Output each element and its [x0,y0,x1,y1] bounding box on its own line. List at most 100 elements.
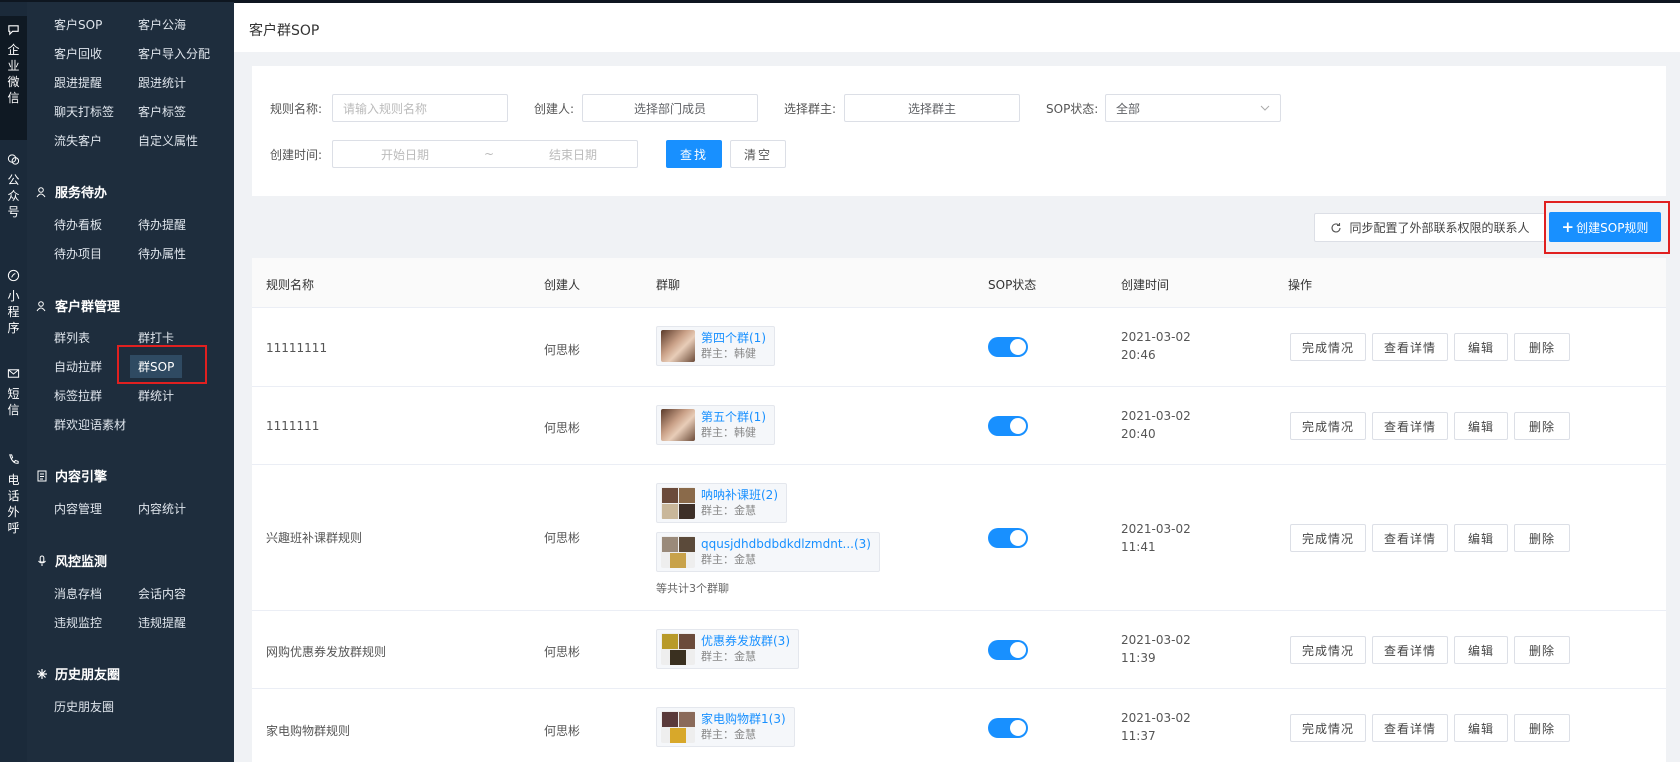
rail-item-mini-program[interactable]: 小程序 [0,268,27,336]
section-moments-history[interactable]: 历史朋友圈 [35,664,120,683]
view-details-button[interactable]: 查看详情 [1372,636,1448,664]
menu-moments-history[interactable]: 历史朋友圈 [54,698,114,715]
rail-item-sms[interactable]: 短信 [0,366,27,418]
menu-followup-remind[interactable]: 跟进提醒 [54,74,102,91]
group-name[interactable]: 第五个群(1) [701,409,766,425]
menu-violation-remind[interactable]: 违规提醒 [138,614,186,631]
create-time-label: 创建时间: [270,148,323,162]
rule-name-input[interactable]: 请输入规则名称 [332,94,508,122]
menu-todo-remind[interactable]: 待办提醒 [138,216,186,233]
completion-button[interactable]: 完成情况 [1290,412,1366,440]
menu-session-content[interactable]: 会话内容 [138,585,186,602]
group-name[interactable]: 优惠券发放群(3) [701,633,790,649]
menu-group-checkin[interactable]: 群打卡 [138,329,174,346]
menu-tag-pull-group[interactable]: 标签拉群 [54,387,102,404]
range-separator: ~ [483,147,495,161]
edit-button[interactable]: 编辑 [1454,412,1508,440]
delete-button[interactable]: 删除 [1514,714,1570,742]
menu-todo-board[interactable]: 待办看板 [54,216,102,233]
header-create-time: 创建时间 [1121,278,1170,292]
owner-select[interactable]: 选择群主 [844,94,1020,122]
menu-customer-sop[interactable]: 客户SOP [54,16,102,33]
view-details-button[interactable]: 查看详情 [1372,524,1448,552]
menu-violation-monitor[interactable]: 违规监控 [54,614,102,631]
section-risk-monitor[interactable]: 风控监测 [35,551,107,570]
group-chip[interactable]: 第五个群(1) 群主：韩健 [656,405,775,445]
group-name[interactable]: qqusjdhdbdbdkdlzmdnt...(3) [701,536,871,552]
group-name[interactable]: 家电购物群1(3) [701,711,786,727]
completion-button[interactable]: 完成情况 [1290,636,1366,664]
microphone-icon [35,554,49,568]
create-time: 2021-03-02 20:46 [1121,328,1191,364]
group-chip[interactable]: 优惠券发放群(3) 群主：金慧 [656,629,799,669]
sop-status-toggle[interactable] [988,528,1028,548]
end-date-input[interactable]: 结束日期 [549,146,597,163]
view-details-button[interactable]: 查看详情 [1372,333,1448,361]
delete-button[interactable]: 删除 [1514,333,1570,361]
menu-customer-tags[interactable]: 客户标签 [138,103,186,120]
create-date: 2021-03-02 [1121,633,1191,647]
status-select[interactable]: 全部 [1105,94,1281,122]
create-time: 2021-03-02 11:37 [1121,709,1191,745]
section-content-engine[interactable]: 内容引擎 [35,466,107,485]
start-date-input[interactable]: 开始日期 [381,146,429,163]
delete-button[interactable]: 删除 [1514,524,1570,552]
menu-followup-stats[interactable]: 跟进统计 [138,74,186,91]
menu-content-stats[interactable]: 内容统计 [138,500,186,517]
menu-todo-items[interactable]: 待办项目 [54,245,102,262]
group-chip[interactable]: qqusjdhdbdbdkdlzmdnt...(3) 群主：金慧 [656,532,880,572]
date-range-picker[interactable]: 开始日期 ~ 结束日期 [332,140,638,168]
phone-icon [7,452,21,466]
completion-button[interactable]: 完成情况 [1290,714,1366,742]
rail-label: 公众号 [7,173,20,219]
rail-item-phone[interactable]: 电话外呼 [0,452,27,536]
menu-custom-attrs[interactable]: 自定义属性 [138,132,198,149]
rail-item-official-account[interactable]: 公众号 [0,152,27,220]
menu-group-stats[interactable]: 群统计 [138,387,174,404]
edit-button[interactable]: 编辑 [1454,524,1508,552]
view-details-button[interactable]: 查看详情 [1372,714,1448,742]
completion-button[interactable]: 完成情况 [1290,524,1366,552]
menu-todo-attrs[interactable]: 待办属性 [138,245,186,262]
clear-button[interactable]: 清空 [730,140,786,168]
creator-select[interactable]: 选择部门成员 [582,94,758,122]
creator: 何思彬 [544,645,581,659]
section-group-manage[interactable]: 客户群管理 [35,296,120,315]
search-button[interactable]: 查找 [666,140,722,168]
menu-lost-customers[interactable]: 流失客户 [54,132,102,149]
menu-message-archive[interactable]: 消息存档 [54,585,102,602]
edit-button[interactable]: 编辑 [1454,714,1508,742]
create-date: 2021-03-02 [1121,330,1191,344]
menu-group-welcome[interactable]: 群欢迎语素材 [54,416,126,433]
sop-status-toggle[interactable] [988,640,1028,660]
delete-button[interactable]: 删除 [1514,412,1570,440]
section-service-todo[interactable]: 服务待办 [35,182,107,201]
section-title: 服务待办 [55,186,108,201]
sop-status-toggle[interactable] [988,337,1028,357]
menu-content-manage[interactable]: 内容管理 [54,500,102,517]
menu-customer-pool[interactable]: 客户公海 [138,16,186,33]
sop-status-toggle[interactable] [988,416,1028,436]
menu-customer-recycle[interactable]: 客户回收 [54,45,102,62]
group-name[interactable]: 第四个群(1) [701,330,766,346]
view-details-button[interactable]: 查看详情 [1372,412,1448,440]
sync-contacts-button[interactable]: 同步配置了外部联系权限的联系人 [1314,213,1546,242]
group-avatar [661,487,695,519]
rail-item-wecom[interactable]: 企业微信 [0,16,27,140]
menu-group-list[interactable]: 群列表 [54,329,90,346]
group-chip[interactable]: 家电购物群1(3) 群主：金慧 [656,707,795,747]
menu-chat-tagging[interactable]: 聊天打标签 [54,103,114,120]
menu-auto-pull-group[interactable]: 自动拉群 [54,358,102,375]
rail-label: 小程序 [7,289,20,335]
group-chip[interactable]: 第四个群(1) 群主：韩健 [656,326,775,366]
group-chip[interactable]: 呐呐补课班(2) 群主：金慧 [656,483,787,523]
edit-button[interactable]: 编辑 [1454,636,1508,664]
delete-button[interactable]: 删除 [1514,636,1570,664]
edit-button[interactable]: 编辑 [1454,333,1508,361]
header-actions: 操作 [1288,278,1313,292]
menu-customer-import[interactable]: 客户导入分配 [138,45,210,62]
completion-button[interactable]: 完成情况 [1290,333,1366,361]
group-name[interactable]: 呐呐补课班(2) [701,487,778,503]
table-row: 11111111 何思彬 第四个群(1) 群主：韩健 2021-03-02 20:4… [252,308,1666,387]
sop-status-toggle[interactable] [988,718,1028,738]
